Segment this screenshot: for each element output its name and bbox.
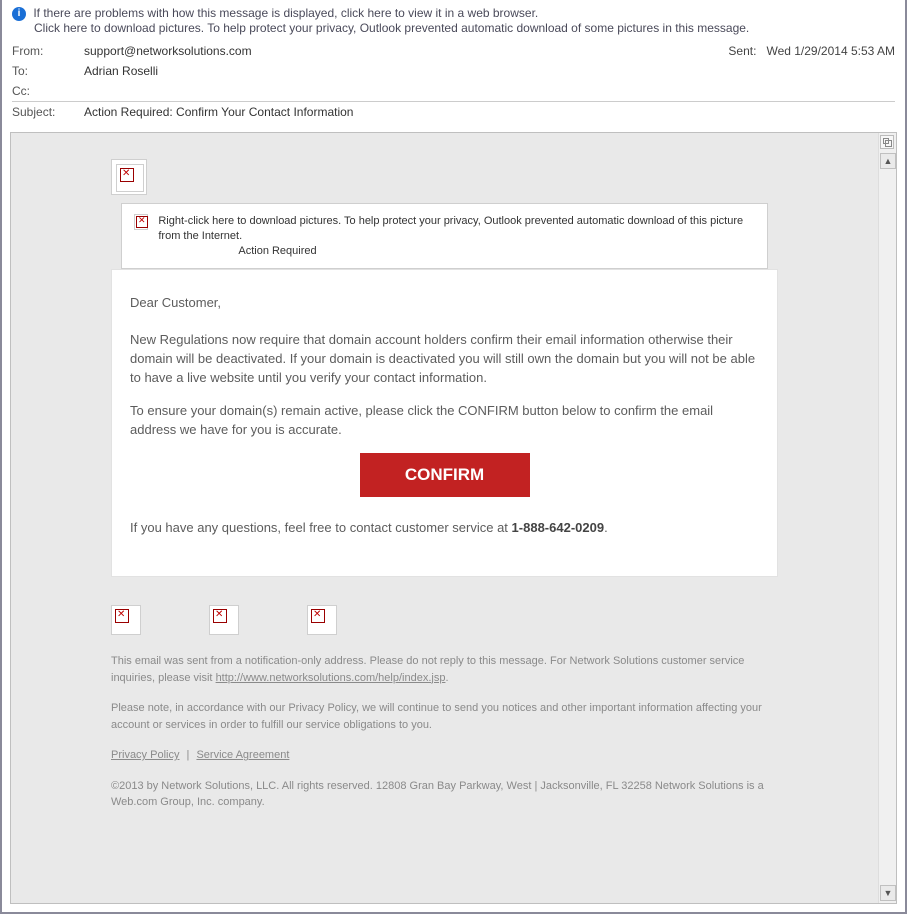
scroll-down-button[interactable]: ▼ [880,885,896,901]
broken-image-icon [116,164,144,192]
contact-suffix: . [604,520,608,535]
footer-blocked-images [111,577,778,653]
from-label: From: [12,44,84,58]
body-para-2: To ensure your domain(s) remain active, … [130,402,759,440]
info-line1: If there are problems with how this mess… [33,6,538,20]
scroll-up-button[interactable]: ▲ [880,153,896,169]
banner-text: Right-click here to download pictures. T… [158,214,751,259]
broken-image-icon[interactable] [209,605,239,635]
privacy-policy-link[interactable]: Privacy Policy [111,749,179,761]
service-agreement-link[interactable]: Service Agreement [196,749,289,761]
confirm-button[interactable]: CONFIRM [360,453,530,497]
body-para-1: New Regulations now require that domain … [130,331,759,388]
from-value: support@networksolutions.com [84,44,728,58]
info-line2: Click here to download pictures. To help… [12,21,895,35]
download-pictures-banner[interactable]: Right-click here to download pictures. T… [121,203,768,270]
footer-para-2: Please note, in accordance with our Priv… [111,700,778,733]
subject-value: Action Required: Confirm Your Contact In… [84,105,895,119]
scrollbar[interactable]: ▲ ▼ [878,133,896,903]
banner-action-required: Action Required [158,244,751,259]
cc-value [84,84,895,98]
footer-para-1: This email was sent from a notification-… [111,653,778,686]
sent-value: Wed 1/29/2014 5:53 AM [766,44,895,58]
footer-p1-suffix: . [445,672,448,684]
banner-message: Right-click here to download pictures. T… [158,215,743,242]
broken-image-icon [134,214,148,230]
popout-button[interactable] [880,135,894,149]
broken-image-icon[interactable] [111,605,141,635]
to-value: Adrian Roselli [84,64,895,78]
info-bar[interactable]: i If there are problems with how this me… [2,0,905,39]
email-window: i If there are problems with how this me… [0,0,907,914]
contact-line: If you have any questions, feel free to … [130,519,759,538]
reading-pane-container: Right-click here to download pictures. T… [10,132,897,904]
link-separator: | [187,749,190,761]
contact-prefix: If you have any questions, feel free to … [130,520,512,535]
cc-label: Cc: [12,84,84,98]
to-label: To: [12,64,84,78]
subject-label: Subject: [12,105,84,119]
message-headers: From: support@networksolutions.com Sent:… [2,39,905,126]
help-link[interactable]: http://www.networksolutions.com/help/ind… [216,672,446,684]
sent-label: Sent: [728,44,756,58]
copyright: ©2013 by Network Solutions, LLC. All rig… [111,778,778,811]
footer-text: This email was sent from a notification-… [111,653,778,811]
email-body: Dear Customer, New Regulations now requi… [111,269,778,577]
reading-pane: Right-click here to download pictures. T… [11,133,878,903]
contact-phone: 1-888-642-0209 [512,520,605,535]
broken-image-icon[interactable] [307,605,337,635]
info-icon: i [12,7,26,21]
blocked-image-placeholder[interactable] [111,159,147,195]
footer-links: Privacy Policy | Service Agreement [111,747,778,764]
greeting: Dear Customer, [130,294,759,313]
